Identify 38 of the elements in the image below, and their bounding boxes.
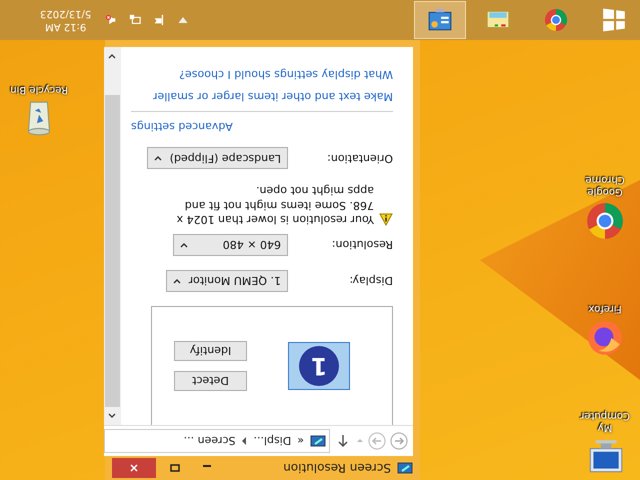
setting-label: Display:: [348, 274, 393, 288]
warning-message: Your resolution is lower than 1024 x 768. Some items might not fit and apps might not open.: [176, 183, 374, 226]
warning-icon: [379, 213, 393, 226]
network-icon[interactable]: [129, 14, 142, 26]
setting-label: Resolution:: [330, 238, 393, 252]
caret-icon: [180, 242, 188, 248]
chrome-icon: [543, 7, 569, 33]
close-icon: [129, 463, 139, 473]
chrome-icon: [584, 200, 626, 242]
help-link[interactable]: What display settings should I choose?: [179, 68, 393, 82]
taskbar-button[interactable]: [414, 1, 466, 39]
muted-speaker-icon[interactable]: [105, 14, 118, 26]
breadcrumb-item[interactable]: Displ...: [253, 434, 292, 448]
caret-icon[interactable]: [356, 437, 364, 445]
caret-icon: [154, 155, 162, 162]
monitor-icon: [310, 433, 326, 449]
monitor-number: 1: [310, 352, 328, 380]
monitor-icon: [397, 460, 413, 476]
advanced-settings-link[interactable]: Advanced settings: [131, 120, 233, 134]
help-link[interactable]: Make text and other items larger or smaller: [153, 90, 393, 104]
control-panel-icon: [427, 7, 453, 33]
caret-icon: [172, 278, 181, 284]
overflow-chevron[interactable]: «: [297, 434, 304, 448]
dropdown[interactable]: 640 × 480: [173, 234, 288, 256]
dropdown[interactable]: Landscape (Flipped): [146, 147, 288, 170]
identify-button[interactable]: Identify: [174, 341, 247, 361]
detect-button[interactable]: Detect: [174, 371, 247, 391]
monitor-tile[interactable]: 1: [288, 342, 350, 390]
setting-label: Orientation:: [326, 152, 393, 165]
close-button[interactable]: [112, 458, 156, 478]
window-title: Screen Resolution: [283, 461, 391, 475]
dropdown[interactable]: 1. QEMU Monitor: [166, 270, 288, 292]
breadcrumb-item[interactable]: Screen ...: [184, 434, 236, 448]
flag-icon[interactable]: [153, 14, 166, 26]
address-bar[interactable]: « Displ... Screen ...: [104, 429, 330, 453]
windows-logo-icon: [601, 7, 627, 33]
maximize-icon: [170, 463, 180, 473]
scrollbar[interactable]: [104, 47, 121, 425]
